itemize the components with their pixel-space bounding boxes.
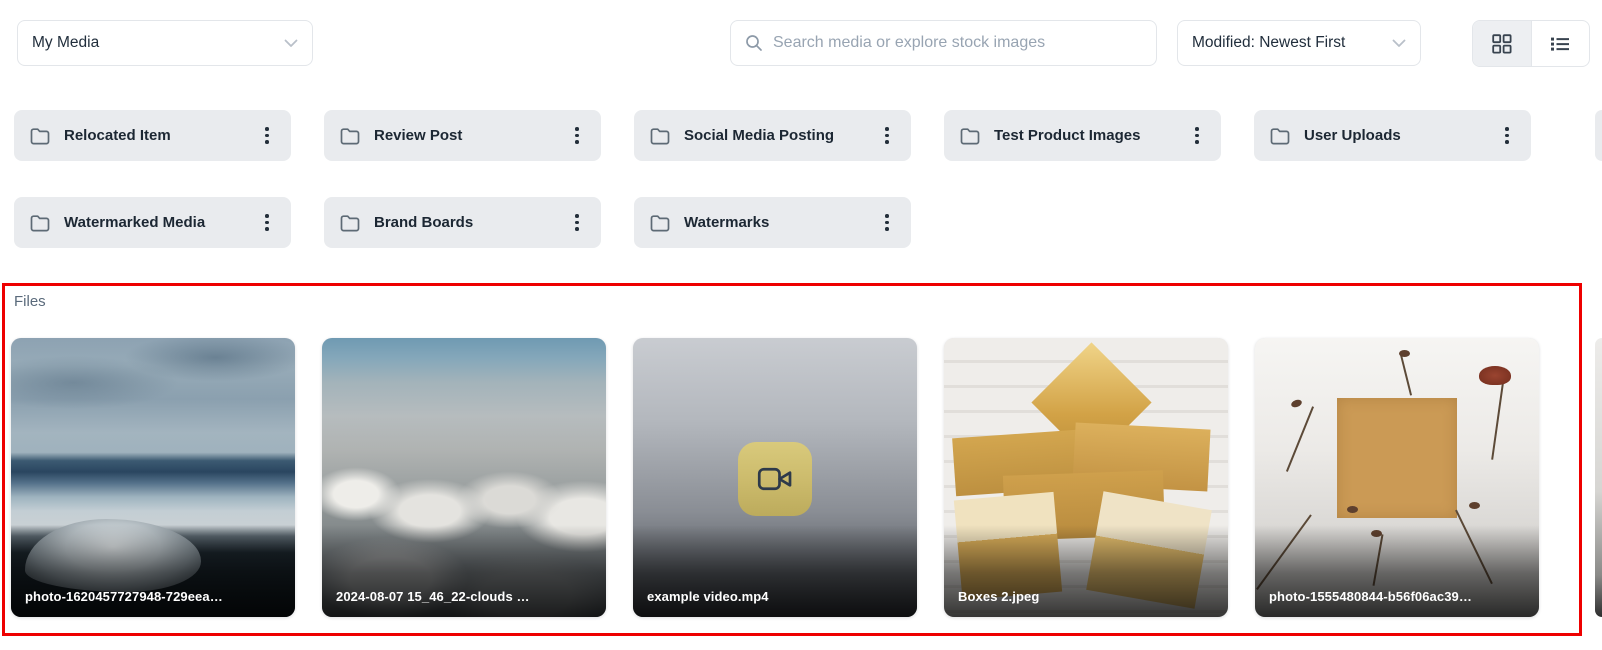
folder-card-brand-boards[interactable]: Brand Boards [324, 197, 601, 248]
file-card-clouds-photo[interactable]: 2024-08-07 15_46_22-clouds … [322, 338, 606, 617]
folder-name: Social Media Posting [684, 127, 873, 144]
grid-icon [1492, 34, 1512, 54]
folder-name: User Uploads [1304, 127, 1493, 144]
folder-icon [1270, 127, 1290, 145]
files-grid: photo-1620457727948-729eea… 2024-08-07 1… [11, 338, 1539, 617]
folder-menu-button[interactable] [563, 209, 591, 237]
folder-card-user-uploads[interactable]: User Uploads [1254, 110, 1531, 161]
folder-name: Review Post [374, 127, 563, 144]
folder-icon [30, 214, 50, 232]
file-card-example-video[interactable]: example video.mp4 [633, 338, 917, 617]
folder-menu-button[interactable] [253, 209, 281, 237]
file-name-label: 2024-08-07 15_46_22-clouds … [336, 589, 596, 604]
list-view-button[interactable] [1531, 21, 1590, 66]
folder-icon [30, 127, 50, 145]
file-name-label: Boxes 2.jpeg [958, 589, 1218, 604]
list-icon [1550, 36, 1570, 52]
file-name-label: example video.mp4 [647, 589, 907, 604]
folder-name: Watermarked Media [64, 214, 253, 231]
grid-view-button[interactable] [1473, 21, 1531, 66]
file-card-flowers-photo[interactable]: photo-1555480844-b56f06ac39… [1255, 338, 1539, 617]
thumbnail-detail [1337, 398, 1457, 518]
folder-menu-button[interactable] [873, 209, 901, 237]
chevron-down-icon [1392, 39, 1406, 48]
file-card-boxes-photo[interactable]: Boxes 2.jpeg [944, 338, 1228, 617]
folder-icon [340, 127, 360, 145]
folders-grid: Relocated Item Review Post Social Media … [14, 110, 1531, 248]
folder-name: Brand Boards [374, 214, 563, 231]
collection-select-value: My Media [32, 34, 99, 52]
folder-card-test-product-images[interactable]: Test Product Images [944, 110, 1221, 161]
files-section-title: Files [14, 293, 46, 310]
folder-name: Relocated Item [64, 127, 253, 144]
search-input[interactable] [773, 34, 1142, 52]
folder-card-partial [1595, 110, 1602, 161]
chevron-down-icon [284, 39, 298, 48]
folder-menu-button[interactable] [1493, 122, 1521, 150]
folder-icon [650, 214, 670, 232]
folder-card-watermarked-media[interactable]: Watermarked Media [14, 197, 291, 248]
search-icon [745, 34, 763, 52]
collection-select[interactable]: My Media [17, 20, 313, 66]
folder-card-watermarks[interactable]: Watermarks [634, 197, 911, 248]
folder-card-review-post[interactable]: Review Post [324, 110, 601, 161]
folder-name: Watermarks [684, 214, 873, 231]
video-file-icon [738, 442, 812, 516]
file-name-label: photo-1555480844-b56f06ac39… [1269, 589, 1529, 604]
folder-icon [960, 127, 980, 145]
folder-icon [340, 214, 360, 232]
folder-icon [650, 127, 670, 145]
view-toggle [1472, 20, 1590, 67]
folder-card-relocated-item[interactable]: Relocated Item [14, 110, 291, 161]
file-card-ocean-photo[interactable]: photo-1620457727948-729eea… [11, 338, 295, 617]
sort-select-value: Modified: Newest First [1192, 34, 1345, 52]
file-card-partial [1595, 338, 1602, 617]
folder-menu-button[interactable] [873, 122, 901, 150]
folder-menu-button[interactable] [563, 122, 591, 150]
file-name-label: photo-1620457727948-729eea… [25, 589, 285, 604]
folder-card-social-media-posting[interactable]: Social Media Posting [634, 110, 911, 161]
search-bar[interactable] [730, 20, 1157, 66]
folder-menu-button[interactable] [253, 122, 281, 150]
sort-select[interactable]: Modified: Newest First [1177, 20, 1421, 66]
files-section-highlight: Files photo-1620457727948-729eea… 2024-0… [2, 283, 1582, 636]
folder-menu-button[interactable] [1183, 122, 1211, 150]
folder-name: Test Product Images [994, 127, 1183, 144]
